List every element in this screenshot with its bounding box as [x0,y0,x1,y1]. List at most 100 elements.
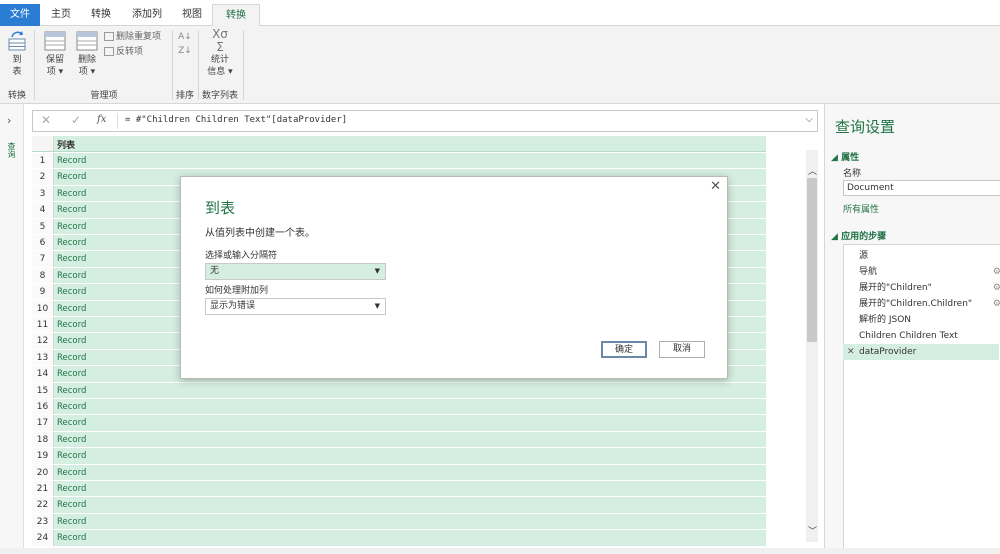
record-cell[interactable]: Record [54,153,766,169]
cancel-button[interactable]: 取消 [659,341,705,358]
row-number[interactable]: 14 [32,366,54,382]
scroll-thumb[interactable] [807,178,817,342]
row-number[interactable]: 1 [32,153,54,169]
table-row[interactable]: 22 Record [32,497,766,514]
record-cell[interactable]: Record [54,448,766,464]
applied-step-label: 导航 [859,267,878,277]
to-table-dialog: ✕ 到表 从值列表中创建一个表。 选择或输入分隔符 无 ▼ 如何处理附加列 显示… [180,176,728,379]
record-cell[interactable]: Record [54,415,766,431]
record-cell[interactable]: Record [54,464,766,480]
record-cell[interactable]: Record [54,497,766,513]
table-row[interactable]: 19 Record [32,448,766,465]
ok-button[interactable]: 确定 [601,341,647,358]
record-cell[interactable]: Record [54,399,766,415]
record-cell[interactable]: Record [54,481,766,497]
vertical-scrollbar[interactable]: ︿ ﹀ [806,150,818,542]
tab-list-tools-transform[interactable]: 转换 [212,4,260,27]
row-number[interactable]: 12 [32,333,54,349]
step-settings-icon[interactable]: ⚙ [993,264,1000,280]
row-number[interactable]: 4 [32,202,54,218]
tab-add-column[interactable]: 添加列 [124,4,170,26]
row-number[interactable]: 24 [32,530,54,546]
table-row[interactable]: 24 Record [32,530,766,547]
statistics-button[interactable]: Xσ Σ 统计 信息 ▾ [204,28,236,78]
record-cell[interactable]: Record [54,530,766,546]
to-table-button[interactable]: 到 表 [4,30,30,78]
query-settings-title: 查询设置 [835,118,896,136]
table-row[interactable]: 18 Record [32,431,766,449]
row-number[interactable]: 6 [32,235,54,251]
keep-items-button[interactable]: 保留 项 ▾ [40,30,70,78]
applied-step[interactable]: Children Children Text [859,328,1000,344]
tab-view[interactable]: 视图 [174,4,210,26]
formula-input[interactable]: = #"Children Children Text"[dataProvider… [125,115,347,125]
fx-icon[interactable]: fx [97,114,106,125]
applied-step[interactable]: 展开的"Children" ⚙ [859,280,1000,296]
row-number[interactable]: 22 [32,497,54,513]
row-number[interactable]: 2 [32,169,54,185]
expand-queries-icon[interactable]: › [7,114,11,127]
row-number[interactable]: 13 [32,349,54,366]
delete-step-icon[interactable]: ✕ [847,344,855,360]
applied-step[interactable]: 解析的 JSON [859,312,1000,328]
row-number[interactable]: 15 [32,382,54,398]
table-row[interactable]: 1 Record [32,153,766,170]
row-number[interactable]: 19 [32,448,54,464]
table-row[interactable]: 23 Record [32,513,766,531]
table-row[interactable]: 20 Record [32,464,766,481]
applied-step-label: 解析的 JSON [859,315,912,325]
record-cell[interactable]: Record [54,513,766,530]
row-number[interactable]: 18 [32,431,54,448]
record-cell[interactable]: Record [54,382,766,398]
row-number[interactable]: 21 [32,481,54,497]
column-header-label: 列表 [57,141,76,151]
row-number[interactable]: 5 [32,218,54,234]
close-icon[interactable]: ✕ [710,179,721,194]
commit-formula-icon[interactable]: ✓ [71,113,81,127]
status-bar [0,548,1000,554]
applied-step[interactable]: 展开的"Children.Children" ⚙ [859,296,1000,312]
applied-steps-heading[interactable]: ◢ 应用的步骤 [831,229,886,242]
row-number[interactable]: 10 [32,300,54,316]
tab-file[interactable]: 文件 [0,4,40,26]
all-properties-link[interactable]: 所有属性 [843,202,879,215]
scroll-down-icon[interactable]: ﹀ [808,524,817,537]
tab-transform[interactable]: 转换 [82,4,120,26]
row-number[interactable]: 8 [32,267,54,284]
table-row[interactable]: 17 Record [32,415,766,432]
applied-step[interactable]: ✕ dataProvider [843,344,999,360]
remove-duplicates-button[interactable]: 删除重复项 [104,30,161,44]
reverse-items-button[interactable]: 反转项 [104,45,143,59]
record-cell[interactable]: Record [54,431,766,448]
scroll-up-icon[interactable]: ︿ [808,164,817,177]
queries-label[interactable]: 查询 [6,142,17,158]
row-number[interactable]: 20 [32,464,54,480]
row-number[interactable]: 17 [32,415,54,431]
cancel-formula-icon[interactable]: ✕ [41,113,51,127]
applied-step[interactable]: 源 [859,248,1000,264]
row-number[interactable]: 3 [32,185,54,202]
queries-pane-collapsed: › 查询 [0,104,24,554]
row-number[interactable]: 16 [32,399,54,415]
tab-home[interactable]: 主页 [44,4,78,26]
ribbon: 到 表 转换 保留 项 ▾ 删除 项 ▾ 删除重复项 反转项 管理项 A↓ Z↓… [0,26,1000,104]
extra-columns-select[interactable]: 显示为错误 ▼ [205,298,386,315]
applied-step[interactable]: 导航 ⚙ [859,264,1000,280]
group-sort-label: 排序 [175,91,194,101]
row-number[interactable]: 9 [32,284,54,300]
remove-items-button[interactable]: 删除 项 ▾ [72,30,102,78]
step-settings-icon[interactable]: ⚙ [993,280,1000,296]
delimiter-select[interactable]: 无 ▼ [205,263,386,280]
row-number[interactable]: 23 [32,513,54,530]
row-number[interactable]: 11 [32,317,54,333]
table-row[interactable]: 15 Record [32,382,766,399]
step-settings-icon[interactable]: ⚙ [993,296,1000,312]
row-number[interactable]: 7 [32,251,54,267]
column-header[interactable]: 列表 [32,136,766,152]
sort-buttons[interactable]: A↓ Z↓ [176,30,194,58]
name-input[interactable]: Document [843,180,1000,196]
properties-heading[interactable]: ◢ 属性 [831,150,859,163]
table-row[interactable]: 21 Record [32,481,766,498]
table-row[interactable]: 16 Record [32,399,766,416]
formula-expand-icon[interactable]: ⌵ [805,114,813,125]
